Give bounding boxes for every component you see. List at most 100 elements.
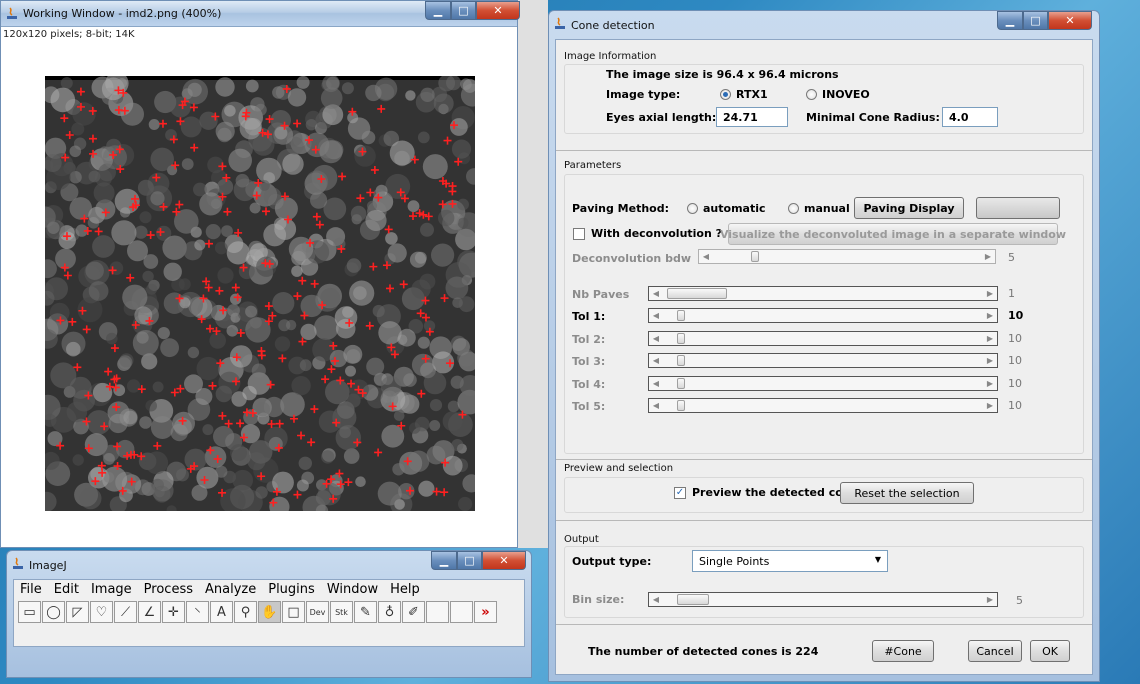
- reset-selection-button[interactable]: Reset the selection: [840, 482, 974, 504]
- rectangle-tool-icon[interactable]: ▭: [18, 601, 41, 623]
- slider-left-arrow-icon[interactable]: ◀: [649, 399, 663, 412]
- image-texture: [226, 241, 250, 265]
- menu-analyze[interactable]: Analyze: [205, 582, 256, 597]
- cone-titlebar[interactable]: Cone detection ▁ □ ✕: [549, 11, 1099, 37]
- cone-marker-icon: [146, 231, 155, 240]
- slider-left-arrow-icon[interactable]: ◀: [649, 309, 663, 322]
- slider-left-arrow-icon[interactable]: ◀: [649, 377, 663, 390]
- image-texture: [245, 79, 259, 93]
- menu-edit[interactable]: Edit: [54, 582, 79, 597]
- radio-automatic[interactable]: [687, 203, 698, 214]
- slider-right-arrow-icon[interactable]: ▶: [981, 250, 995, 263]
- parameter-slider[interactable]: ◀ ▶: [648, 398, 998, 413]
- slider-left-arrow-icon[interactable]: ◀: [649, 332, 663, 345]
- deconvolution-checkbox[interactable]: [573, 228, 585, 240]
- color-picker-tool-icon[interactable]: □: [282, 601, 305, 623]
- menu-plugins[interactable]: Plugins: [268, 582, 315, 597]
- oval-tool-icon[interactable]: ◯: [42, 601, 65, 623]
- slider-thumb[interactable]: [751, 251, 759, 262]
- slider-right-arrow-icon[interactable]: ▶: [983, 332, 997, 345]
- cone-marker-icon: [257, 351, 266, 360]
- parameter-slider[interactable]: ◀ ▶: [648, 286, 998, 301]
- image-texture: [50, 87, 76, 113]
- wand-tool-icon[interactable]: ⸌: [186, 601, 209, 623]
- parameter-slider[interactable]: ◀ ▶: [648, 376, 998, 391]
- cone-count-button[interactable]: #Cone: [872, 640, 934, 662]
- menu-image[interactable]: Image: [91, 582, 132, 597]
- radio-inoveo[interactable]: [806, 89, 817, 100]
- slider-left-arrow-icon[interactable]: ◀: [649, 354, 663, 367]
- maximize-button[interactable]: □: [1023, 11, 1048, 30]
- cone-marker-icon: [440, 488, 449, 497]
- parameter-slider[interactable]: ◀ ▶: [648, 353, 998, 368]
- slider-right-arrow-icon[interactable]: ▶: [983, 377, 997, 390]
- visualize-deconvoluted-button[interactable]: Visualize the deconvoluted image in a se…: [720, 223, 1066, 245]
- cancel-button[interactable]: Cancel: [968, 640, 1022, 662]
- slider-thumb[interactable]: [667, 288, 727, 299]
- cone-radius-field[interactable]: 4.0: [942, 107, 998, 127]
- preview-checkbox[interactable]: ✓: [674, 487, 686, 499]
- brush-tool-icon[interactable]: ✎: [354, 601, 377, 623]
- image-canvas[interactable]: [45, 76, 475, 511]
- minimize-button[interactable]: ▁: [997, 11, 1023, 30]
- close-button[interactable]: ✕: [482, 551, 526, 570]
- slider-left-arrow-icon[interactable]: ◀: [649, 593, 663, 606]
- menu-process[interactable]: Process: [144, 582, 193, 597]
- empty-tool-slot[interactable]: [450, 601, 473, 623]
- pencil-tool-icon[interactable]: ✐: [402, 601, 425, 623]
- close-button[interactable]: ✕: [1048, 11, 1092, 30]
- image-texture: [458, 296, 475, 313]
- point-tool-icon[interactable]: ✛: [162, 601, 185, 623]
- menu-file[interactable]: File: [20, 582, 42, 597]
- radio-rtx1[interactable]: [720, 89, 731, 100]
- slider-left-arrow-icon[interactable]: ◀: [649, 287, 663, 300]
- radio-manual[interactable]: [788, 203, 799, 214]
- deconvolution-bdw-slider[interactable]: ◀ ▶: [698, 249, 996, 264]
- slider-right-arrow-icon[interactable]: ▶: [983, 309, 997, 322]
- text-tool-icon[interactable]: A: [210, 601, 233, 623]
- bin-size-slider[interactable]: ◀ ▶: [648, 592, 998, 607]
- maximize-button[interactable]: □: [451, 1, 476, 20]
- close-button[interactable]: ✕: [476, 1, 520, 20]
- slider-right-arrow-icon[interactable]: ▶: [983, 354, 997, 367]
- minimize-button[interactable]: ▁: [431, 551, 457, 570]
- parameter-slider[interactable]: ◀ ▶: [648, 331, 998, 346]
- working-window-titlebar[interactable]: Working Window - imd2.png (400%) ▁ □ ✕: [1, 1, 520, 27]
- cone-marker-icon: [88, 134, 97, 143]
- slider-left-arrow-icon[interactable]: ◀: [699, 250, 713, 263]
- hand-tool-icon[interactable]: ✋: [258, 601, 281, 623]
- slider-thumb[interactable]: [677, 310, 685, 321]
- slider-right-arrow-icon[interactable]: ▶: [983, 287, 997, 300]
- image-texture: [93, 182, 115, 204]
- output-type-select[interactable]: Single Points: [692, 550, 888, 572]
- cone-marker-icon: [386, 284, 395, 293]
- imagej-titlebar[interactable]: ImageJ ▁ □ ✕: [7, 551, 531, 577]
- maximize-button[interactable]: □: [457, 551, 482, 570]
- ok-button[interactable]: OK: [1030, 640, 1070, 662]
- slider-thumb[interactable]: [677, 333, 685, 344]
- polygon-tool-icon[interactable]: ◸: [66, 601, 89, 623]
- dev-tool-icon[interactable]: Dev: [306, 601, 329, 623]
- parameter-slider[interactable]: ◀ ▶: [648, 308, 998, 323]
- menu-window[interactable]: Window: [327, 582, 378, 597]
- slider-right-arrow-icon[interactable]: ▶: [983, 399, 997, 412]
- freehand-tool-icon[interactable]: ♡: [90, 601, 113, 623]
- minimize-button[interactable]: ▁: [425, 1, 451, 20]
- slider-thumb[interactable]: [677, 400, 685, 411]
- axial-length-field[interactable]: 24.71: [716, 107, 788, 127]
- slider-right-arrow-icon[interactable]: ▶: [983, 593, 997, 606]
- more-tools-icon[interactable]: »: [474, 601, 497, 623]
- paving-color-button[interactable]: [976, 197, 1060, 219]
- stk-tool-icon[interactable]: Stk: [330, 601, 353, 623]
- magnifier-tool-icon[interactable]: ⚲: [234, 601, 257, 623]
- paving-display-button[interactable]: Paving Display: [854, 197, 964, 219]
- slider-thumb[interactable]: [677, 594, 709, 605]
- slider-thumb[interactable]: [677, 355, 685, 366]
- menu-help[interactable]: Help: [390, 582, 420, 597]
- angle-tool-icon[interactable]: ∠: [138, 601, 161, 623]
- empty-tool-slot[interactable]: [426, 601, 449, 623]
- slider-thumb[interactable]: [677, 378, 685, 389]
- radio-manual-label: manual: [804, 202, 850, 215]
- line-tool-icon[interactable]: ⟋: [114, 601, 137, 623]
- flood-fill-tool-icon[interactable]: ♁: [378, 601, 401, 623]
